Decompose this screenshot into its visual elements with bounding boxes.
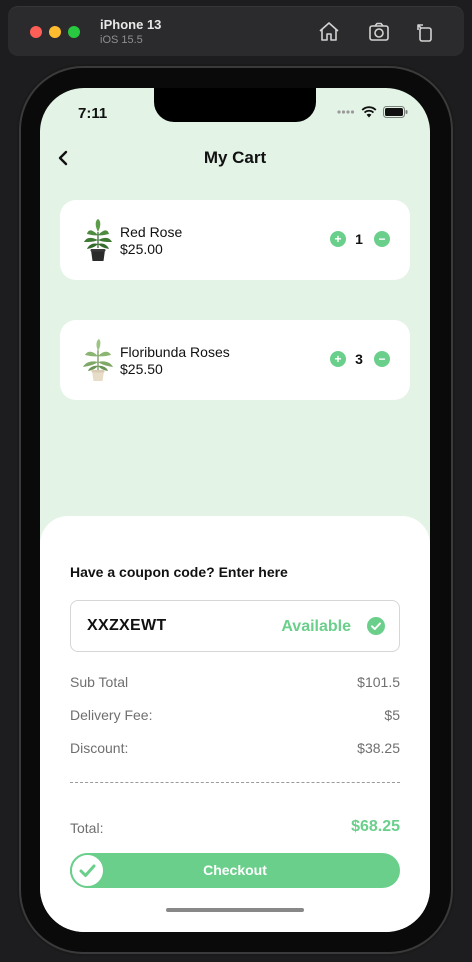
- increase-quantity-button[interactable]: +: [330, 351, 346, 367]
- plus-icon: +: [334, 352, 342, 366]
- device-name: iPhone 13: [100, 17, 162, 32]
- home-icon[interactable]: [317, 20, 341, 44]
- delivery-fee-label: Delivery Fee:: [70, 707, 153, 723]
- decrease-quantity-button[interactable]: −: [374, 351, 390, 367]
- checkout-button[interactable]: Checkout: [70, 853, 400, 888]
- wifi-icon: [361, 106, 377, 118]
- delivery-fee-row: Delivery Fee: $5: [70, 707, 400, 723]
- signal-icon: [337, 110, 355, 114]
- zoom-window-button[interactable]: [68, 26, 80, 38]
- cart-item: Red Rose $25.00 + 1 −: [60, 200, 410, 280]
- plus-icon: +: [334, 232, 342, 246]
- potted-plant-image: [84, 219, 112, 261]
- coupon-heading: Have a coupon code? Enter here: [70, 564, 288, 580]
- delivery-fee-value: $5: [384, 707, 400, 723]
- checkout-label: Checkout: [203, 862, 267, 878]
- status-indicators: [337, 106, 408, 118]
- discount-value: $38.25: [357, 740, 400, 756]
- page-title: My Cart: [203, 148, 267, 167]
- screenshot-icon[interactable]: [367, 20, 391, 44]
- item-name: Floribunda Roses: [120, 344, 230, 360]
- item-price: $25.50: [120, 361, 163, 377]
- potted-plant-image: [83, 339, 113, 381]
- minus-icon: −: [378, 232, 386, 246]
- coupon-code-value: XXZXEWT: [87, 617, 167, 634]
- minus-icon: −: [378, 352, 386, 366]
- subtotal-value: $101.5: [357, 674, 400, 690]
- subtotal-row: Sub Total $101.5: [70, 674, 400, 690]
- os-version: iOS 15.5: [100, 34, 143, 46]
- decrease-quantity-button[interactable]: −: [374, 231, 390, 247]
- minimize-window-button[interactable]: [49, 26, 61, 38]
- increase-quantity-button[interactable]: +: [330, 231, 346, 247]
- rotate-icon[interactable]: [413, 20, 437, 44]
- discount-label: Discount:: [70, 740, 129, 756]
- check-circle-icon: [367, 617, 385, 635]
- quantity-value: 1: [355, 231, 363, 247]
- item-price: $25.00: [120, 241, 163, 257]
- app-screen: 7:11 My Cart Red Rose $25.00 + 1 − Flori…: [40, 88, 430, 932]
- item-name: Red Rose: [120, 224, 183, 240]
- subtotal-label: Sub Total: [70, 674, 129, 690]
- battery-icon: [383, 106, 408, 118]
- total-value: $68.25: [351, 818, 400, 835]
- coupon-status: Available: [281, 618, 351, 635]
- home-indicator: [166, 908, 304, 912]
- total-label: Total:: [70, 820, 104, 836]
- checkout-sheet: Have a coupon code? Enter here XXZXEWT A…: [40, 516, 430, 932]
- simulator-titlebar: iPhone 13 iOS 15.5: [8, 6, 464, 56]
- quantity-value: 3: [355, 351, 363, 367]
- coupon-code-field[interactable]: XXZXEWT Available: [70, 600, 400, 652]
- simulator-window: iPhone 13 iOS 15.5 7:11 My Cart Red Rose…: [0, 0, 472, 962]
- cart-item: Floribunda Roses $25.50 + 3 −: [60, 320, 410, 400]
- discount-row: Discount: $38.25: [70, 740, 400, 756]
- close-window-button[interactable]: [30, 26, 42, 38]
- notch: [154, 88, 316, 122]
- status-time: 7:11: [78, 105, 108, 122]
- dashed-divider: [70, 782, 400, 783]
